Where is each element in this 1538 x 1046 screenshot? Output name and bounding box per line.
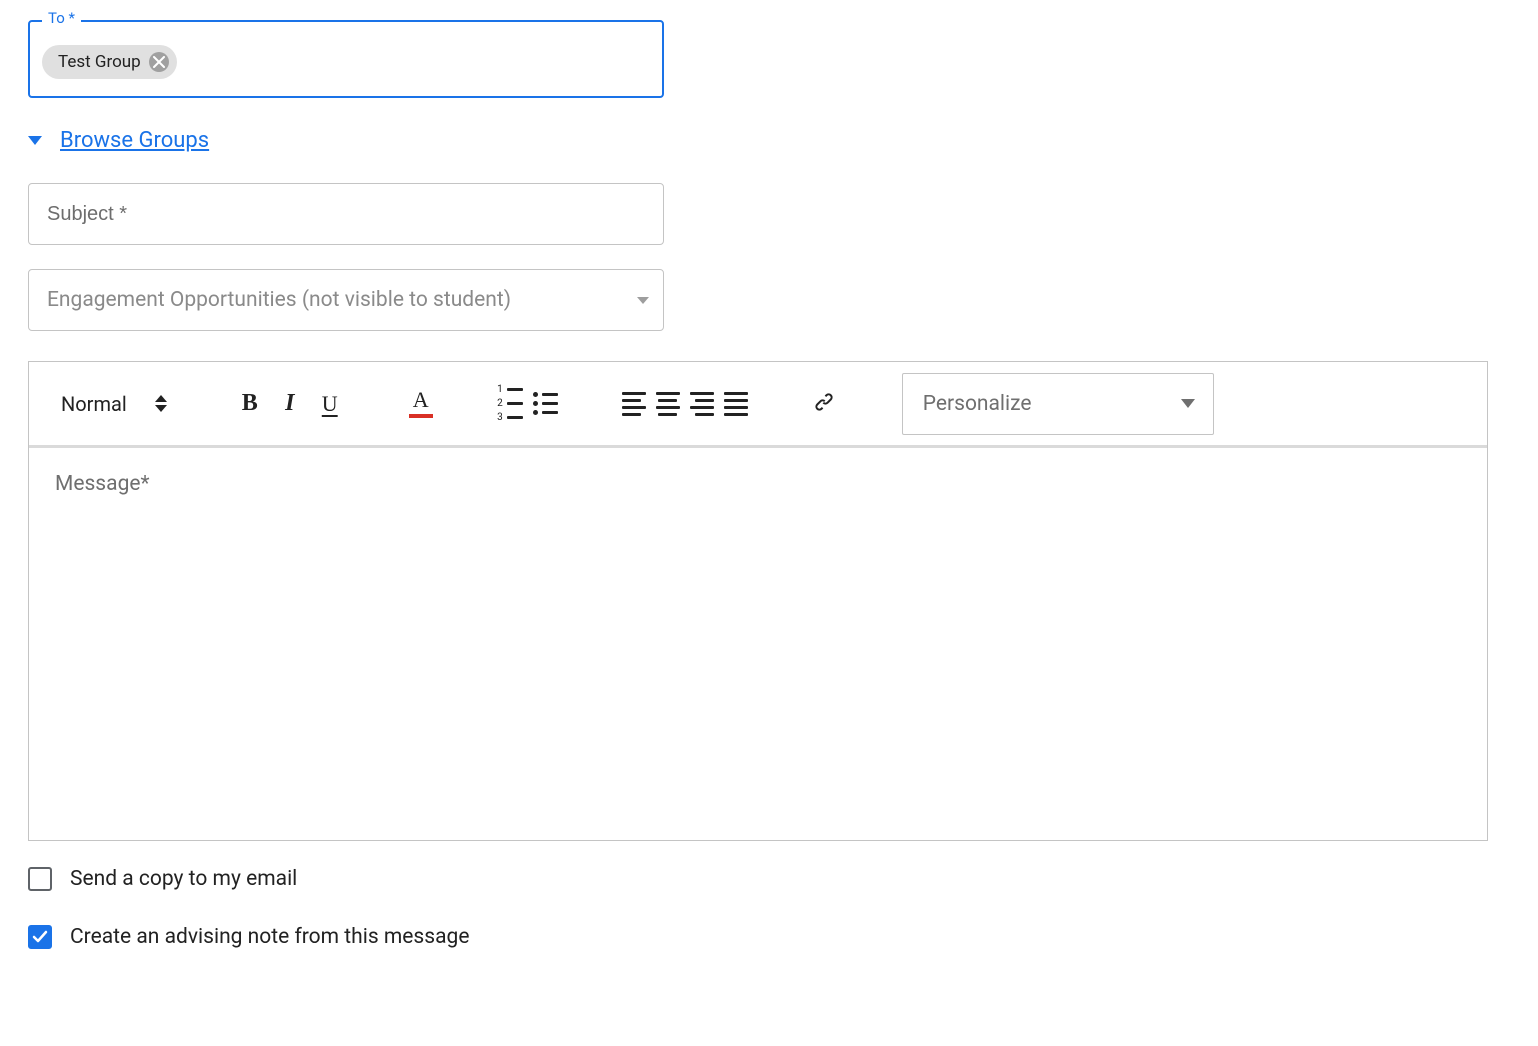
recipient-chip: Test Group	[42, 45, 177, 79]
to-field[interactable]: Test Group	[28, 20, 664, 98]
browse-groups-link[interactable]: Browse Groups	[60, 128, 209, 153]
italic-button[interactable]: I	[275, 389, 305, 419]
insert-link-button[interactable]	[812, 390, 836, 418]
bold-button[interactable]: B	[235, 389, 265, 419]
underline-button[interactable]: U	[315, 389, 345, 419]
message-textarea[interactable]	[29, 448, 1487, 840]
send-copy-checkbox[interactable]	[28, 867, 52, 891]
align-justify-button[interactable]	[724, 392, 748, 416]
advising-note-checkbox[interactable]	[28, 925, 52, 949]
send-copy-row: Send a copy to my email	[28, 867, 1510, 891]
send-copy-label: Send a copy to my email	[70, 867, 297, 891]
recipient-chip-label: Test Group	[58, 52, 141, 72]
advising-note-row: Create an advising note from this messag…	[28, 925, 1510, 949]
browse-groups-caret-icon[interactable]	[28, 136, 42, 145]
align-center-button[interactable]	[656, 392, 680, 416]
unordered-list-button[interactable]	[533, 392, 558, 415]
align-left-button[interactable]	[622, 392, 646, 416]
editor-toolbar: Normal B I U A 1 2 3	[29, 362, 1487, 448]
rich-text-editor: Normal B I U A 1 2 3	[28, 361, 1488, 841]
text-style-group: B I U	[235, 389, 345, 419]
compose-form: To * Test Group Browse Groups Engagement…	[0, 0, 1538, 979]
chevron-down-icon	[637, 297, 649, 304]
align-right-button[interactable]	[690, 392, 714, 416]
text-color-button[interactable]: A	[409, 389, 433, 418]
chevron-down-icon	[1181, 399, 1195, 408]
heading-style-label: Normal	[61, 392, 127, 416]
list-group: 1 2 3	[497, 385, 558, 423]
heading-style-select[interactable]: Normal	[57, 386, 171, 422]
text-color-icon: A	[413, 389, 429, 411]
alignment-group	[622, 392, 748, 416]
advising-note-label: Create an advising note from this messag…	[70, 925, 469, 949]
sort-arrows-icon	[155, 395, 167, 412]
to-field-wrapper: To * Test Group	[28, 20, 1510, 98]
ordered-list-button[interactable]: 1 2 3	[497, 385, 523, 423]
subject-input[interactable]	[28, 183, 664, 245]
remove-recipient-icon[interactable]	[149, 52, 169, 72]
personalize-select[interactable]: Personalize	[902, 373, 1214, 435]
engagement-opportunities-select[interactable]: Engagement Opportunities (not visible to…	[28, 269, 664, 331]
browse-groups-row: Browse Groups	[28, 128, 1510, 153]
personalize-placeholder: Personalize	[923, 392, 1032, 416]
engagement-opportunities-placeholder: Engagement Opportunities (not visible to…	[47, 288, 511, 312]
to-field-label: To *	[42, 9, 81, 27]
